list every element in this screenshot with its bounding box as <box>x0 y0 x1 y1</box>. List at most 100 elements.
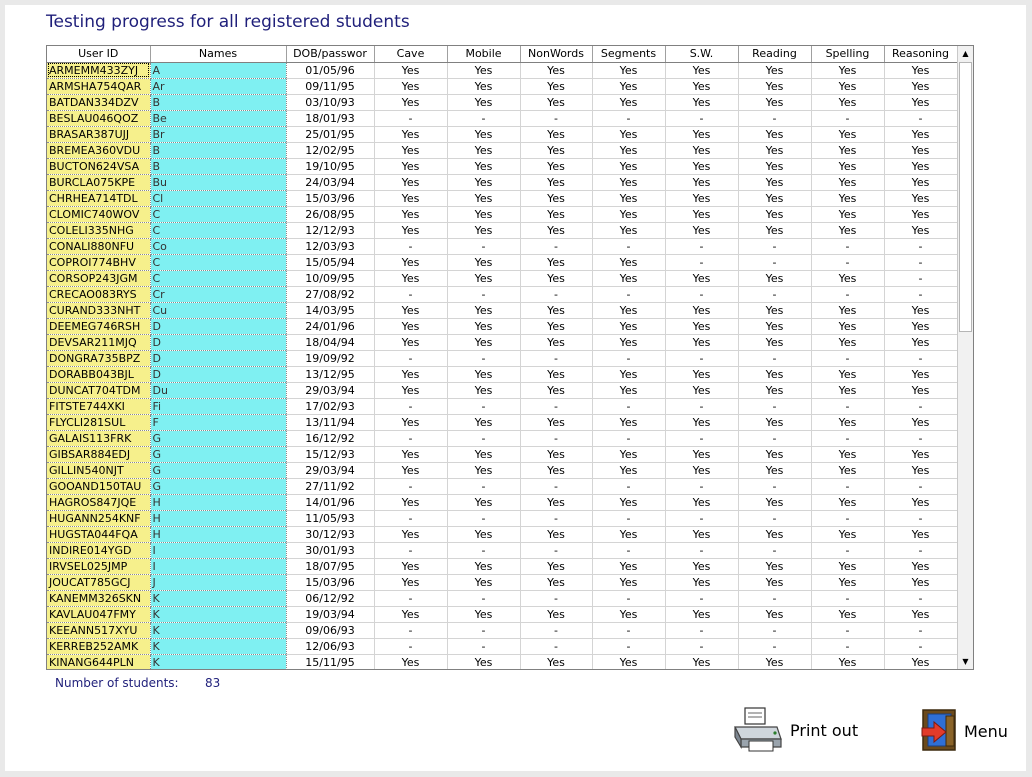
name-cell[interactable]: Cu <box>150 302 287 319</box>
progress-grid[interactable]: User ID Names DOB/passwor Cave Mobile NonWord… <box>46 45 974 670</box>
user-id-cell[interactable]: COLELI335NHG <box>47 222 151 239</box>
scrollbar-thumb[interactable] <box>959 62 972 332</box>
table-row[interactable]: CONALI880NFU Co 12/03/93- - - - - - - - <box>47 238 958 255</box>
table-row[interactable]: IRVSEL025JMP I 18/07/95 Yes Yes Yes Yes Yes Yes Y… <box>47 558 958 575</box>
table-row[interactable]: DEEMEG746RSH D 24/01/96 Yes Yes Yes Yes Yes Yes Y… <box>47 318 958 335</box>
user-id-cell[interactable]: DONGRA735BPZ <box>47 350 151 367</box>
user-id-cell[interactable]: IRVSEL025JMP <box>47 558 151 575</box>
scroll-down-arrow-icon[interactable]: ▼ <box>958 654 973 669</box>
table-row[interactable]: BURCLA075KPE Bu 24/03/94 Yes Yes Yes Yes Yes Yes… <box>47 174 958 191</box>
table-row[interactable]: DONGRA735BPZ D 19/09/92- - - - - - - - <box>47 350 958 367</box>
user-id-cell[interactable]: CORSOP243JGM <box>47 270 151 287</box>
user-id-cell[interactable]: HUGANN254KNF <box>47 510 151 527</box>
table-row[interactable]: KANEMM326SKN K 06/12/92- - - - - - - - <box>47 590 958 607</box>
table-row[interactable]: HAGROS847JQE H 14/01/96 Yes Yes Yes Yes Yes Yes Y… <box>47 494 958 511</box>
table-row[interactable]: BRASAR387UJJ Br 25/01/95 Yes Yes Yes Yes Yes Yes… <box>47 126 958 143</box>
user-id-cell[interactable]: CURAND333NHT <box>47 302 151 319</box>
name-cell[interactable]: Be <box>150 110 287 127</box>
name-cell[interactable]: Ar <box>150 78 287 95</box>
table-row[interactable]: GILLIN540NJT G 29/03/94 Yes Yes Yes Yes Yes Yes Y… <box>47 462 958 479</box>
name-cell[interactable]: K <box>150 654 287 669</box>
user-id-cell[interactable]: BURCLA075KPE <box>47 174 151 191</box>
column-header[interactable]: Spelling <box>811 46 885 63</box>
user-id-cell[interactable]: GALAIS113FRK <box>47 430 151 447</box>
user-id-cell[interactable]: CLOMIC740WOV <box>47 206 151 223</box>
name-cell[interactable]: D <box>150 334 287 351</box>
user-id-cell[interactable]: BRASAR387UJJ <box>47 126 151 143</box>
table-row[interactable]: DEVSAR211MJQ D 18/04/94 Yes Yes Yes Yes Yes Yes Y… <box>47 334 958 351</box>
table-row[interactable]: BREMEA360VDU B 12/02/95 Yes Yes Yes Yes Yes Yes Y… <box>47 142 958 159</box>
user-id-cell[interactable]: BESLAU046QOZ <box>47 110 151 127</box>
name-cell[interactable]: C <box>150 206 287 223</box>
column-header[interactable]: User ID <box>47 46 151 63</box>
name-cell[interactable]: G <box>150 478 287 495</box>
name-cell[interactable]: D <box>150 318 287 335</box>
user-id-cell[interactable]: ARMSHA754QAR <box>47 78 151 95</box>
table-row[interactable]: CURAND333NHT Cu 14/03/95 Yes Yes Yes Yes Yes Yes… <box>47 302 958 319</box>
user-id-cell[interactable]: GOOAND150TAU <box>47 478 151 495</box>
table-row[interactable]: COLELI335NHG C 12/12/93 Yes Yes Yes Yes Yes Yes Y… <box>47 222 958 239</box>
name-cell[interactable]: Du <box>150 382 287 399</box>
name-cell[interactable]: Bu <box>150 174 287 191</box>
table-row[interactable]: KAVLAU047FMY K 19/03/94 Yes Yes Yes Yes Yes Yes Y… <box>47 606 958 623</box>
name-cell[interactable]: H <box>150 510 287 527</box>
column-header[interactable]: NonWords <box>520 46 593 63</box>
name-cell[interactable]: Cl <box>150 190 287 207</box>
name-cell[interactable]: K <box>150 638 287 655</box>
column-header[interactable]: Mobile <box>447 46 521 63</box>
user-id-cell[interactable]: KANEMM326SKN <box>47 590 151 607</box>
table-row[interactable]: DORABB043BJL D 13/12/95 Yes Yes Yes Yes Yes Yes Y… <box>47 366 958 383</box>
table-row[interactable]: CLOMIC740WOV C 26/08/95 Yes Yes Yes Yes Yes Yes Y… <box>47 206 958 223</box>
name-cell[interactable]: G <box>150 446 287 463</box>
table-row[interactable]: CHRHEA714TDL Cl 15/03/96 Yes Yes Yes Yes Yes Yes… <box>47 190 958 207</box>
column-header[interactable]: Names <box>150 46 287 63</box>
column-header[interactable]: Segments <box>592 46 666 63</box>
name-cell[interactable]: D <box>150 366 287 383</box>
name-cell[interactable]: B <box>150 94 287 111</box>
table-row[interactable]: GIBSAR884EDJ G 15/12/93 Yes Yes Yes Yes Yes Yes Y… <box>47 446 958 463</box>
name-cell[interactable]: B <box>150 142 287 159</box>
table-row[interactable]: ARMEMM433ZYJ A 01/05/96 Yes Yes Yes Yes Yes Yes Y… <box>47 62 958 79</box>
print-out-button[interactable]: Print out <box>731 705 866 755</box>
table-row[interactable]: INDIRE014YGD I 30/01/93- - - - - - - - <box>47 542 958 559</box>
menu-button[interactable]: Menu <box>920 708 1020 758</box>
name-cell[interactable]: G <box>150 430 287 447</box>
table-row[interactable]: FLYCLI281SUL F 13/11/94 Yes Yes Yes Yes Yes Yes Y… <box>47 414 958 431</box>
table-row[interactable]: CORSOP243JGM C 10/09/95 Yes Yes Yes Yes Yes Yes Y… <box>47 270 958 287</box>
user-id-cell[interactable]: GILLIN540NJT <box>47 462 151 479</box>
table-row[interactable]: JOUCAT785GCJ J 15/03/96 Yes Yes Yes Yes Yes Yes Y… <box>47 574 958 591</box>
user-id-cell[interactable]: HUGSTA044FQA <box>47 526 151 543</box>
table-row[interactable]: HUGANN254KNF H 11/05/93- - - - - - - - <box>47 510 958 527</box>
name-cell[interactable]: C <box>150 222 287 239</box>
user-id-cell[interactable]: ARMEMM433ZYJ <box>47 62 151 79</box>
user-id-cell[interactable]: DORABB043BJL <box>47 366 151 383</box>
name-cell[interactable]: G <box>150 462 287 479</box>
user-id-cell[interactable]: FLYCLI281SUL <box>47 414 151 431</box>
user-id-cell[interactable]: GIBSAR884EDJ <box>47 446 151 463</box>
table-row[interactable]: FITSTE744XKI Fi 17/02/93- - - - - - - - <box>47 398 958 415</box>
table-row[interactable]: BUCTON624VSA B 19/10/95 Yes Yes Yes Yes Yes Yes Y… <box>47 158 958 175</box>
user-id-cell[interactable]: INDIRE014YGD <box>47 542 151 559</box>
column-header[interactable]: Reading <box>738 46 812 63</box>
user-id-cell[interactable]: DUNCAT704TDM <box>47 382 151 399</box>
name-cell[interactable]: A <box>150 62 287 79</box>
user-id-cell[interactable]: BUCTON624VSA <box>47 158 151 175</box>
table-row[interactable]: DUNCAT704TDM Du 29/03/94 Yes Yes Yes Yes Yes Yes… <box>47 382 958 399</box>
user-id-cell[interactable]: DEEMEG746RSH <box>47 318 151 335</box>
name-cell[interactable]: H <box>150 494 287 511</box>
column-header[interactable]: Reasoning <box>884 46 958 63</box>
name-cell[interactable]: C <box>150 270 287 287</box>
name-cell[interactable]: K <box>150 606 287 623</box>
user-id-cell[interactable]: BATDAN334DZV <box>47 94 151 111</box>
table-row[interactable]: KINANG644PLN K 15/11/95 Yes Yes Yes Yes Yes Yes Y… <box>47 654 958 669</box>
user-id-cell[interactable]: COPROI774BHV <box>47 254 151 271</box>
user-id-cell[interactable]: CHRHEA714TDL <box>47 190 151 207</box>
user-id-cell[interactable]: HAGROS847JQE <box>47 494 151 511</box>
table-row[interactable]: KEEANN517XYU K 09/06/93- - - - - - - - <box>47 622 958 639</box>
name-cell[interactable]: C <box>150 254 287 271</box>
scroll-up-arrow-icon[interactable]: ▲ <box>958 46 973 61</box>
user-id-cell[interactable]: KAVLAU047FMY <box>47 606 151 623</box>
user-id-cell[interactable]: KERREB252AMK <box>47 638 151 655</box>
name-cell[interactable]: Br <box>150 126 287 143</box>
name-cell[interactable]: I <box>150 558 287 575</box>
